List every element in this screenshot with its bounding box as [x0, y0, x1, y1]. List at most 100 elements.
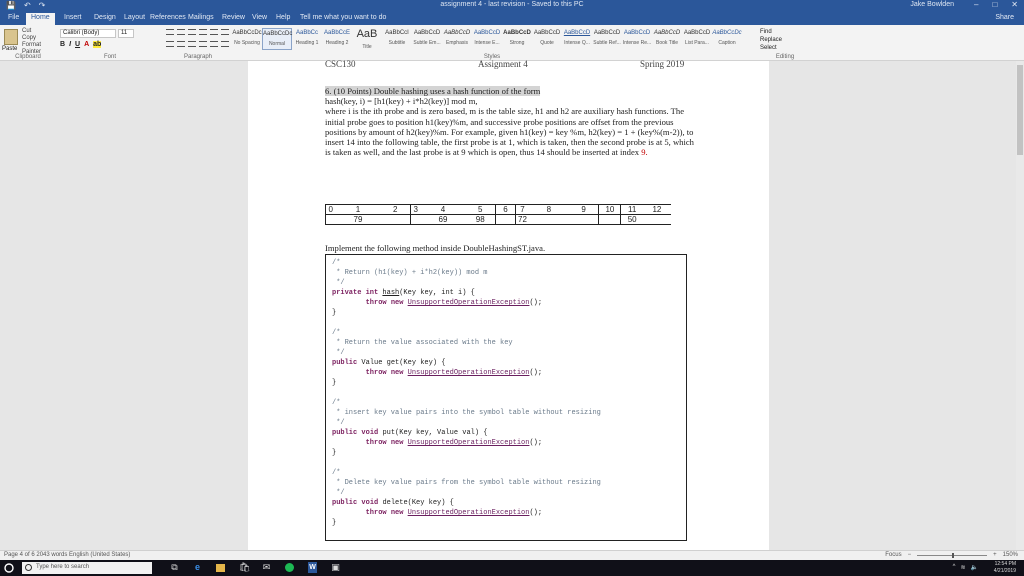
- numbering-icon[interactable]: [177, 29, 185, 35]
- justify-icon[interactable]: [199, 41, 207, 47]
- paste-button[interactable]: Paste: [2, 46, 17, 52]
- borders-icon[interactable]: [221, 41, 229, 47]
- paste-icon[interactable]: [4, 29, 18, 45]
- cut-button[interactable]: Cut: [22, 28, 56, 35]
- style-subtle-reference[interactable]: AaBbCcD Subtle Ref...: [592, 28, 622, 50]
- highlight-color-icon[interactable]: ab: [93, 41, 102, 48]
- style-strong[interactable]: AaBbCcD Strong: [502, 28, 532, 50]
- style-heading-2[interactable]: AaBbCcE Heading 2: [322, 28, 352, 50]
- table-cell: 79: [335, 214, 381, 225]
- word-icon[interactable]: W: [308, 562, 317, 573]
- style-quote[interactable]: AaBbCcD Quote: [532, 28, 562, 50]
- task-view-icon[interactable]: ⧉: [170, 562, 179, 573]
- file-explorer-icon[interactable]: [216, 564, 225, 572]
- paragraph-group: Paragraph: [164, 25, 232, 61]
- tab-insert[interactable]: Insert: [64, 14, 82, 21]
- maximize-button[interactable]: □: [992, 0, 997, 9]
- volume-icon[interactable]: 🔈: [971, 564, 978, 571]
- zoom-slider[interactable]: [917, 552, 988, 558]
- style-subtle-emphasis[interactable]: AaBbCcD Subtle Em...: [412, 28, 442, 50]
- style-emphasis[interactable]: AaBbCcD Emphasis: [442, 28, 472, 50]
- vertical-scrollbar[interactable]: [1016, 61, 1024, 550]
- multilevel-list-icon[interactable]: [188, 29, 196, 35]
- photos-icon[interactable]: ▣: [331, 562, 340, 573]
- font-color-icon[interactable]: A: [84, 41, 89, 48]
- zoom-level[interactable]: 150%: [1003, 552, 1018, 558]
- share-button[interactable]: Share: [995, 14, 1014, 21]
- network-icon[interactable]: ≋: [960, 564, 965, 571]
- align-right-icon[interactable]: [188, 41, 196, 47]
- tab-review[interactable]: Review: [222, 14, 245, 21]
- style-caption[interactable]: AaBbCcDc Caption: [712, 28, 742, 50]
- method-hash: hash: [382, 289, 400, 297]
- bullets-icon[interactable]: [166, 29, 174, 35]
- italic-button[interactable]: I: [69, 41, 71, 48]
- style-intense-emphasis[interactable]: AaBbCcD Intense E...: [472, 28, 502, 50]
- clock[interactable]: 12:54 PM 4/21/2019: [994, 561, 1016, 575]
- style-book-title[interactable]: AaBbCcD Book Title: [652, 28, 682, 50]
- tab-home[interactable]: Home: [26, 13, 55, 25]
- editing-group: Find Replace Select Editing: [760, 25, 810, 61]
- copy-button[interactable]: Copy: [22, 35, 56, 42]
- font-size-select[interactable]: 11: [118, 29, 134, 38]
- store-icon[interactable]: 🛍: [239, 562, 250, 573]
- focus-mode-button[interactable]: Focus: [885, 552, 901, 558]
- tab-view[interactable]: View: [252, 14, 267, 21]
- decrease-indent-icon[interactable]: [199, 29, 207, 35]
- align-center-icon[interactable]: [177, 41, 185, 47]
- taskbar-search-input[interactable]: Type here to search: [22, 562, 152, 574]
- question-text[interactable]: 6. (10 Points) Double hashing uses a has…: [325, 86, 695, 157]
- find-button[interactable]: Find: [760, 28, 782, 36]
- ribbon: Paste Cut Copy Format Painter Clipboard …: [0, 25, 1024, 61]
- table-cell: 50: [620, 214, 643, 225]
- windows-start-icon[interactable]: [4, 563, 14, 573]
- tab-file[interactable]: File: [8, 14, 19, 21]
- implement-instruction: Implement the following method inside Do…: [325, 243, 546, 253]
- style-list-paragraph[interactable]: AaBbCcD List Para...: [682, 28, 712, 50]
- styles-group: AaBbCcDc No Spacing AaBbCcDc Normal AaBbCc…: [232, 25, 752, 61]
- style-normal[interactable]: AaBbCcDc Normal: [262, 28, 292, 50]
- tray-chevron-icon[interactable]: ^: [953, 564, 956, 571]
- user-name[interactable]: Jake Bowlden: [910, 1, 954, 8]
- window-controls: – □ ✕: [974, 0, 1018, 9]
- style-heading-1[interactable]: AaBbCc Heading 1: [292, 28, 322, 50]
- tab-help[interactable]: Help: [276, 14, 290, 21]
- select-button[interactable]: Select: [760, 44, 782, 52]
- bold-button[interactable]: B: [60, 41, 65, 48]
- style-no-spacing[interactable]: AaBbCcDc No Spacing: [232, 28, 262, 50]
- spotify-icon[interactable]: [285, 563, 294, 572]
- edge-icon[interactable]: e: [193, 562, 202, 573]
- line-spacing-icon[interactable]: [210, 41, 218, 47]
- style-title[interactable]: AaB Title: [352, 28, 382, 50]
- status-bar: Page 4 of 6 2043 words English (United S…: [0, 550, 1024, 560]
- tell-me-search[interactable]: Tell me what you want to do: [300, 14, 386, 21]
- replace-button[interactable]: Replace: [760, 36, 782, 44]
- table-index: 6: [495, 204, 516, 215]
- mail-icon[interactable]: ✉: [262, 562, 271, 573]
- header-assignment: Assignment 4: [478, 59, 528, 69]
- scrollbar-thumb[interactable]: [1017, 65, 1023, 155]
- document-page[interactable]: CSC130 Assignment 4 Spring 2019 6. (10 P…: [248, 59, 769, 550]
- style-intense-quote[interactable]: AaBbCcD Intense Q...: [562, 28, 592, 50]
- tab-references[interactable]: References: [150, 14, 186, 21]
- tab-mailings[interactable]: Mailings: [188, 14, 214, 21]
- zoom-in-button[interactable]: +: [993, 552, 997, 558]
- minimize-button[interactable]: –: [974, 0, 978, 9]
- table-cell: 69: [420, 214, 466, 225]
- tab-layout[interactable]: Layout: [124, 14, 145, 21]
- close-button[interactable]: ✕: [1011, 0, 1018, 9]
- status-page-info[interactable]: Page 4 of 6 2043 words English (United S…: [4, 552, 130, 558]
- align-left-icon[interactable]: [166, 41, 174, 47]
- style-subtitle[interactable]: AaBbCcI Subtitle: [382, 28, 412, 50]
- increase-indent-icon[interactable]: [210, 29, 218, 35]
- code-box[interactable]: /* * Return (h1(key) + i*h2(key)) mod m …: [325, 254, 687, 541]
- underline-button[interactable]: U: [75, 41, 80, 48]
- zoom-out-button[interactable]: −: [908, 552, 912, 558]
- tab-design[interactable]: Design: [94, 14, 116, 21]
- pilcrow-icon[interactable]: [221, 29, 229, 35]
- title-bar: 💾 ↶ ↷ assignment 4 - last revision - Sav…: [0, 0, 1024, 12]
- font-name-select[interactable]: Calibri (Body): [60, 29, 116, 38]
- clipboard-group: Paste Cut Copy Format Painter Clipboard: [0, 25, 56, 61]
- table-index: 1: [335, 204, 381, 215]
- style-intense-reference[interactable]: AaBbCcD Intense Re...: [622, 28, 652, 50]
